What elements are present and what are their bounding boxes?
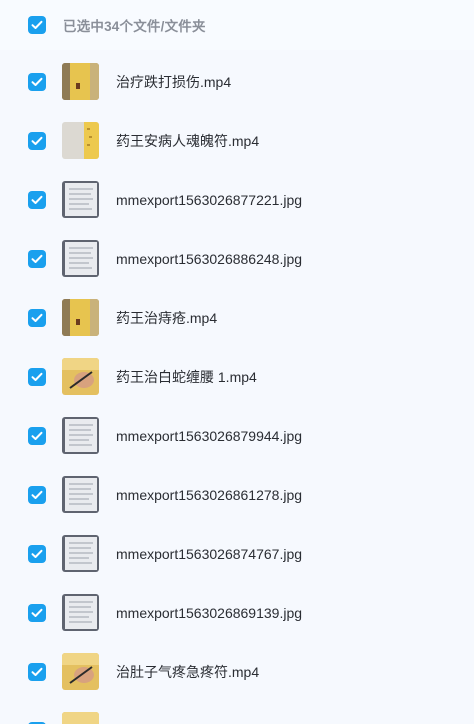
file-row[interactable]: mmexport1563026869139.jpg — [0, 583, 474, 642]
file-row[interactable]: 治疗跌打损伤.mp4 — [0, 52, 474, 111]
file-name: mmexport1563026879944.jpg — [116, 427, 303, 444]
selection-header: 已选中34个文件/文件夹 — [0, 0, 474, 50]
file-row[interactable]: mmexport1563026861278.jpg — [0, 465, 474, 524]
file-name: 药王安病人魂魄符.mp4 — [116, 132, 260, 149]
file-name: 药王治白蛇缠腰 1.mp4 — [116, 368, 257, 385]
file-name: 治疗跌打损伤.mp4 — [116, 73, 232, 90]
file-row[interactable]: 药王治白蛇缠腰 1.mp4 — [0, 347, 474, 406]
checkmark-icon — [31, 372, 43, 381]
file-list: 治疗跌打损伤.mp4 药王安病人魂魄符.mp4 mmexport1563026877… — [0, 52, 474, 724]
file-thumbnail — [62, 299, 99, 336]
file-thumbnail — [62, 63, 99, 100]
file-name: mmexport1563026886248.jpg — [116, 250, 303, 267]
file-name: mmexport1563026861278.jpg — [116, 486, 303, 503]
file-name: 治肚子气疼急疼符.mp4 — [116, 663, 260, 680]
file-thumbnail — [62, 653, 99, 690]
file-thumbnail — [62, 181, 99, 218]
file-name: mmexport1563026874767.jpg — [116, 545, 303, 562]
checkmark-icon — [31, 20, 43, 29]
file-thumbnail — [62, 594, 99, 631]
file-row[interactable]: 药王安病人魂魄符.mp4 — [0, 111, 474, 170]
checkmark-icon — [31, 254, 43, 263]
checkmark-icon — [31, 313, 43, 322]
file-checkbox[interactable] — [28, 544, 46, 563]
file-thumbnail — [62, 417, 99, 454]
file-checkbox[interactable] — [28, 131, 46, 150]
file-row[interactable]: mmexport1563026877221.jpg — [0, 170, 474, 229]
file-thumbnail — [62, 476, 99, 513]
file-checkbox[interactable] — [28, 485, 46, 504]
file-row[interactable]: 治肚子气疼急疼符.mp4 — [0, 642, 474, 701]
checkmark-icon — [31, 136, 43, 145]
file-row[interactable] — [0, 701, 474, 724]
file-thumbnail — [62, 535, 99, 572]
file-checkbox[interactable] — [28, 190, 46, 209]
checkmark-icon — [31, 77, 43, 86]
file-checkbox[interactable] — [28, 308, 46, 327]
file-row[interactable]: 药王治痔疮.mp4 — [0, 288, 474, 347]
file-checkbox[interactable] — [28, 72, 46, 91]
selection-count-label: 已选中34个文件/文件夹 — [63, 19, 206, 34]
checkmark-icon — [31, 549, 43, 558]
file-name: 药王治痔疮.mp4 — [116, 309, 218, 326]
file-name: mmexport1563026869139.jpg — [116, 604, 303, 621]
file-checkbox[interactable] — [28, 603, 46, 622]
file-name: mmexport1563026877221.jpg — [116, 191, 303, 208]
file-checkbox[interactable] — [28, 662, 46, 681]
checkmark-icon — [31, 490, 43, 499]
file-row[interactable]: mmexport1563026886248.jpg — [0, 229, 474, 288]
checkmark-icon — [31, 667, 43, 676]
file-checkbox[interactable] — [28, 367, 46, 386]
file-checkbox[interactable] — [28, 249, 46, 268]
checkmark-icon — [31, 195, 43, 204]
checkmark-icon — [31, 431, 43, 440]
file-thumbnail — [62, 712, 99, 724]
file-selection-screen: 已选中34个文件/文件夹 治疗跌打损伤.mp4 药王安病人魂魄符.mp4 mmexp… — [0, 0, 474, 724]
file-row[interactable]: mmexport1563026874767.jpg — [0, 524, 474, 583]
file-thumbnail — [62, 358, 99, 395]
file-thumbnail — [62, 122, 99, 159]
file-thumbnail — [62, 240, 99, 277]
file-checkbox[interactable] — [28, 426, 46, 445]
file-row[interactable]: mmexport1563026879944.jpg — [0, 406, 474, 465]
checkmark-icon — [31, 608, 43, 617]
select-all-checkbox[interactable] — [28, 16, 46, 34]
